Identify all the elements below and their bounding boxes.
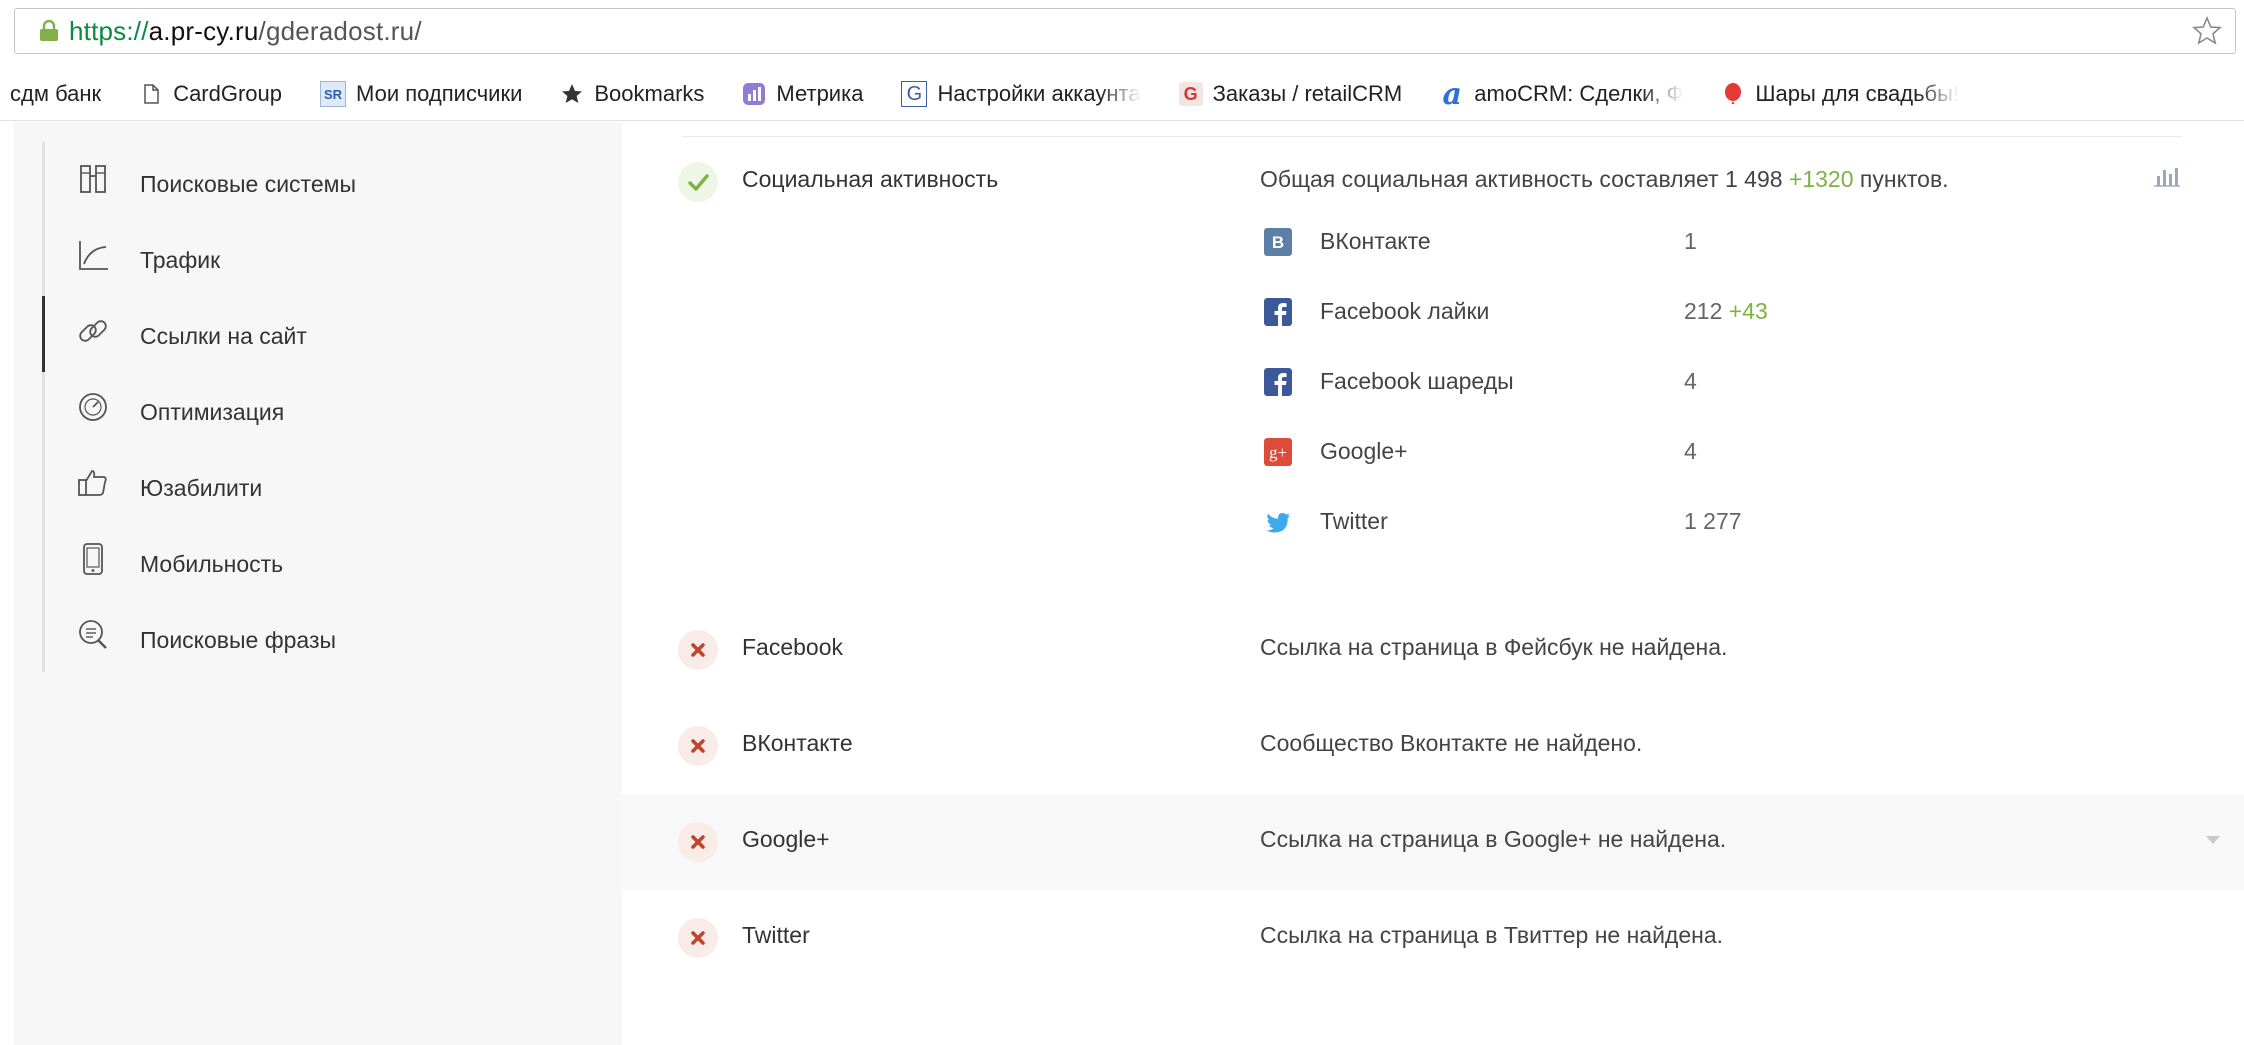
facebook-icon [1264, 298, 1292, 326]
bookmark-retailcrm[interactable]: G Заказы / retailCRM [1178, 81, 1402, 107]
check-desc-vk: Сообщество Вконтакте не найдено. [1260, 730, 1643, 756]
status-error-badge [678, 918, 718, 958]
main-content: Социальная активность Общая социальная а… [622, 122, 2244, 1045]
url-text: https://a.pr-cy.ru/gderadost.ru/ [69, 15, 422, 46]
search-phrases-icon [79, 620, 107, 649]
lock-icon [40, 20, 58, 41]
amocrm-icon: a [1442, 76, 1462, 112]
social-row-google-plus: g+ Google+ 4 [1264, 436, 1964, 476]
page-gutter [0, 122, 14, 1045]
sidebar-item-label: Поисковые системы [140, 170, 356, 197]
twitter-icon [1266, 513, 1290, 533]
traffic-chart-icon [79, 241, 108, 270]
address-bar[interactable]: https://a.pr-cy.ru/gderadost.ru/ [14, 8, 2236, 54]
social-row-facebook-likes: Facebook лайки 212 +43 [1264, 296, 1964, 336]
g-icon: G [901, 81, 928, 107]
social-row-facebook-shares: Facebook шареды 4 [1264, 366, 1964, 406]
page-icon [144, 84, 159, 104]
sidebar-item-label: Юзабилити [140, 474, 263, 501]
svg-text:g+: g+ [1269, 443, 1287, 462]
svg-text:B: B [1272, 233, 1284, 252]
cross-icon [691, 931, 705, 945]
bookmark-cardgroup[interactable]: CardGroup [139, 81, 282, 107]
sidebar-item-links[interactable]: Ссылки на сайт [14, 298, 622, 374]
cross-icon [691, 739, 705, 753]
sidebar-item-mobile[interactable]: Мобильность [14, 526, 622, 602]
check-label-vk: ВКонтакте [742, 730, 853, 756]
balloon-icon [1725, 83, 1742, 104]
sidebar-item-label: Поисковые фразы [140, 626, 337, 653]
check-desc-twitter: Ссылка на страница в Твиттер не найдена. [1260, 922, 1724, 948]
social-row-twitter: Twitter 1 277 [1264, 506, 1964, 546]
check-desc-facebook: Ссылка на страница в Фейсбук не найдена. [1260, 634, 1728, 660]
star-icon [562, 84, 583, 103]
thumbs-up-icon [78, 470, 107, 496]
metrika-icon [743, 83, 766, 105]
bookmark-metrika[interactable]: Метрика [742, 81, 863, 107]
social-activity-summary: Общая социальная активность составляет 1… [1260, 166, 1949, 192]
facebook-icon [1264, 368, 1292, 396]
bookmark-amocrm[interactable]: a amoCRM: Сделки, Ф [1440, 76, 1684, 112]
bookmark-sdm-bank[interactable]: сдм банк [10, 81, 101, 107]
sidebar-nav: Поисковые системы Трафик Ссылки на сайт [14, 146, 622, 678]
chevron-down-icon[interactable] [2204, 834, 2222, 846]
sidebar-item-search-phrases[interactable]: Поисковые фразы [14, 602, 622, 678]
sr-icon: SR [320, 81, 347, 107]
social-row-vk: B ВКонтакте 1 [1264, 226, 1964, 266]
check-label-facebook: Facebook [742, 634, 844, 660]
status-error-badge [678, 822, 718, 862]
status-ok-badge [678, 162, 718, 202]
divider [682, 136, 2182, 137]
speedometer-icon [79, 393, 107, 421]
bookmark-subscribers[interactable]: SR Мои подписчики [320, 81, 522, 107]
check-icon [688, 174, 709, 191]
sidebar-item-usability[interactable]: Юзабилити [14, 450, 622, 526]
cross-icon [691, 643, 705, 657]
status-error-badge [678, 726, 718, 766]
sidebar-item-label: Оптимизация [140, 398, 285, 425]
sidebar: Поисковые системы Трафик Ссылки на сайт [14, 122, 622, 1045]
mobile-icon [83, 543, 103, 575]
sidebar-item-label: Ссылки на сайт [140, 322, 307, 349]
google-plus-icon: g+ [1264, 438, 1292, 466]
bar-chart-icon[interactable] [2152, 164, 2182, 188]
retailcrm-icon: G [1178, 82, 1203, 106]
bookmark-bookmarks[interactable]: Bookmarks [560, 81, 704, 107]
vk-icon: B [1264, 228, 1292, 256]
cross-icon [691, 835, 705, 849]
sidebar-item-search-engines[interactable]: Поисковые системы [14, 146, 622, 222]
check-desc-google-plus: Ссылка на страница в Google+ не найдена. [1260, 826, 1727, 852]
social-activity-label: Социальная активность [742, 166, 999, 192]
sidebar-item-optimization[interactable]: Оптимизация [14, 374, 622, 450]
bookmark-account-settings[interactable]: G Настройки аккаунта [901, 81, 1141, 107]
search-engines-icon [80, 165, 106, 193]
sidebar-item-label: Трафик [140, 246, 221, 273]
status-error-badge [678, 630, 718, 670]
page: Поисковые системы Трафик Ссылки на сайт [0, 122, 2244, 1045]
link-icon [79, 320, 107, 342]
check-label-twitter: Twitter [742, 922, 810, 948]
bookmark-balloons[interactable]: Шары для свадьбы! [1721, 81, 1959, 107]
sidebar-item-traffic[interactable]: Трафик [14, 222, 622, 298]
bookmark-star-icon[interactable] [2191, 15, 2223, 47]
bookmarks-bar: сдм банк CardGroup SR Мои подписчики Boo… [0, 68, 2244, 121]
check-label-google-plus: Google+ [742, 826, 830, 852]
sidebar-item-label: Мобильность [140, 550, 284, 577]
